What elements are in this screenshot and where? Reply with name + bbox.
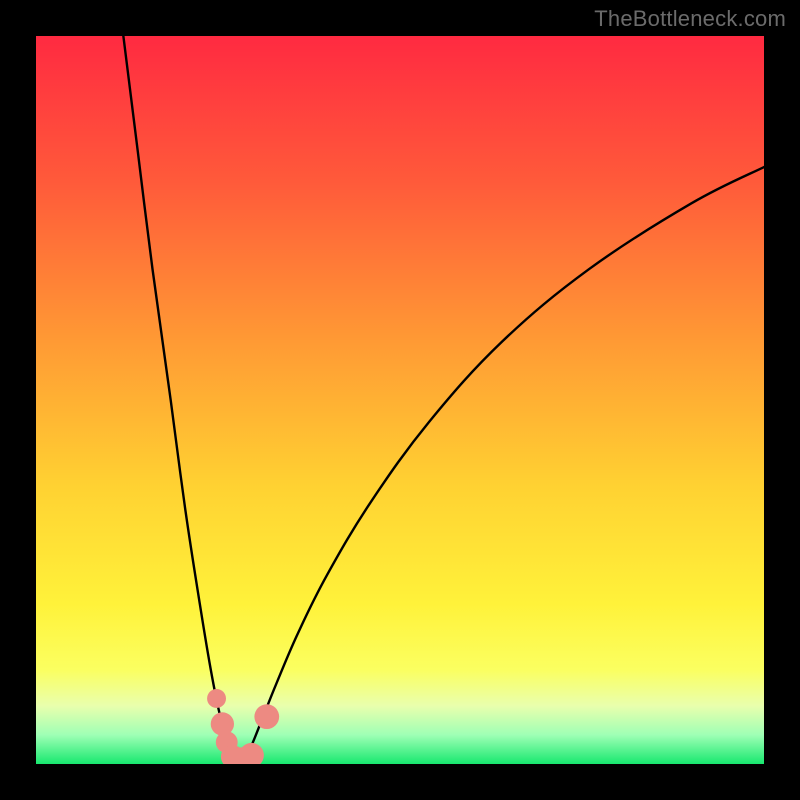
curve-right — [246, 167, 764, 758]
data-marker — [254, 704, 279, 729]
data-marker — [207, 689, 226, 708]
chart-svg — [36, 36, 764, 764]
curve-left — [123, 36, 234, 758]
data-marker — [239, 743, 264, 764]
outer-frame: TheBottleneck.com — [0, 0, 800, 800]
plot-area — [36, 36, 764, 764]
watermark-text: TheBottleneck.com — [594, 6, 786, 32]
